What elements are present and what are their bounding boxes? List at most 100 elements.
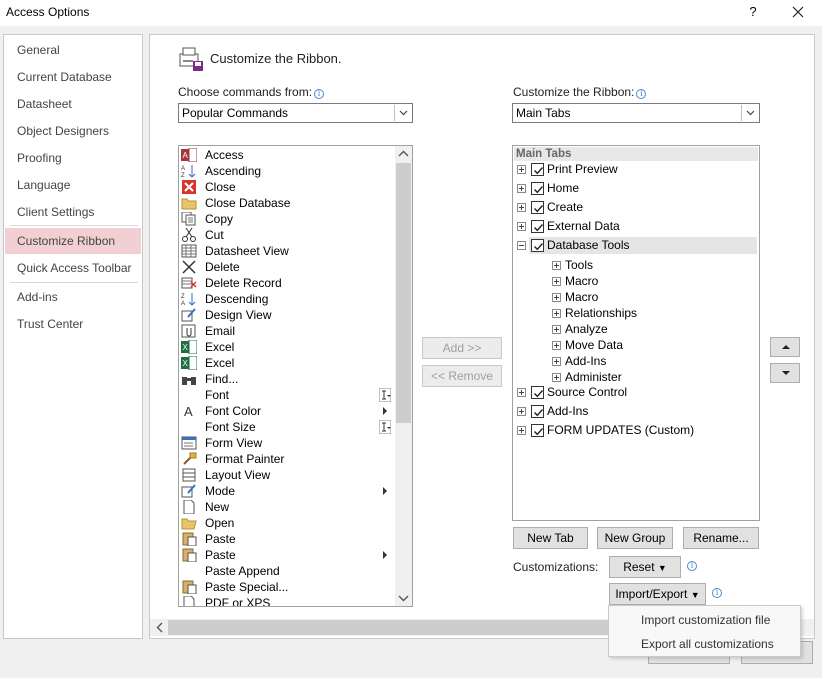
tree-node-add-ins[interactable]: Add-Ins bbox=[513, 403, 757, 420]
tree-node-create[interactable]: Create bbox=[513, 199, 757, 216]
list-item[interactable]: Close Database bbox=[179, 195, 395, 211]
list-item[interactable]: A Access bbox=[179, 147, 395, 163]
nav-item-datasheet[interactable]: Datasheet bbox=[5, 91, 141, 117]
tree-node-group-tools[interactable]: Tools bbox=[513, 257, 757, 274]
nav-item-quick-access-toolbar[interactable]: Quick Access Toolbar bbox=[5, 255, 141, 281]
scroll-left-icon[interactable] bbox=[152, 619, 168, 636]
expand-icon[interactable] bbox=[552, 341, 561, 350]
scroll-thumb[interactable] bbox=[168, 620, 608, 635]
tree-node-group-move-data[interactable]: Move Data bbox=[513, 337, 757, 354]
customize-ribbon-select[interactable]: Main Tabs bbox=[512, 103, 760, 123]
add-button[interactable]: Add >> bbox=[422, 337, 502, 359]
nav-item-customize-ribbon[interactable]: Customize Ribbon bbox=[5, 228, 141, 254]
tree-node-home[interactable]: Home bbox=[513, 180, 757, 197]
list-item[interactable]: Form View bbox=[179, 435, 395, 451]
nav-item-general[interactable]: General bbox=[5, 37, 141, 63]
list-item[interactable]: Datasheet View bbox=[179, 243, 395, 259]
expand-icon[interactable] bbox=[517, 407, 526, 416]
list-item[interactable]: A Font Color bbox=[179, 403, 395, 419]
checkbox[interactable] bbox=[531, 182, 544, 195]
list-item[interactable]: Paste Special... bbox=[179, 579, 395, 595]
nav-item-add-ins[interactable]: Add-ins bbox=[5, 284, 141, 310]
list-item[interactable]: Layout View bbox=[179, 467, 395, 483]
expand-icon[interactable] bbox=[552, 293, 561, 302]
checkbox[interactable] bbox=[531, 386, 544, 399]
checkbox[interactable] bbox=[531, 163, 544, 176]
choose-commands-select[interactable]: Popular Commands bbox=[178, 103, 413, 123]
scroll-thumb[interactable] bbox=[396, 163, 411, 423]
tree-node-form-updates[interactable]: FORM UPDATES (Custom) bbox=[513, 422, 757, 439]
list-item[interactable]: Close bbox=[179, 179, 395, 195]
nav-item-language[interactable]: Language bbox=[5, 172, 141, 198]
list-item[interactable]: Open bbox=[179, 515, 395, 531]
reset-button[interactable]: Reset ▼ bbox=[609, 556, 681, 578]
new-group-button[interactable]: New Group bbox=[597, 527, 673, 549]
tree-node-group-macro[interactable]: Macro bbox=[513, 273, 757, 290]
expand-icon[interactable] bbox=[552, 261, 561, 270]
list-item[interactable]: Font Size bbox=[179, 419, 395, 435]
chevron-down-icon[interactable] bbox=[394, 105, 411, 121]
list-item[interactable]: X Excel bbox=[179, 339, 395, 355]
tree-node-group-analyze[interactable]: Analyze bbox=[513, 321, 757, 338]
checkbox[interactable] bbox=[531, 239, 544, 252]
expand-icon[interactable] bbox=[552, 357, 561, 366]
tree-node-group-add-ins[interactable]: Add-Ins bbox=[513, 353, 757, 370]
tree-node-group-relationships[interactable]: Relationships bbox=[513, 305, 757, 322]
tree-node-source-control[interactable]: Source Control bbox=[513, 384, 757, 401]
help-button[interactable]: ? bbox=[742, 2, 764, 22]
tree-node-external-data[interactable]: External Data bbox=[513, 218, 757, 235]
menu-item-export-customizations[interactable]: Export all customizations bbox=[609, 633, 800, 655]
expand-icon[interactable] bbox=[517, 388, 526, 397]
nav-item-proofing[interactable]: Proofing bbox=[5, 145, 141, 171]
nav-item-current-database[interactable]: Current Database bbox=[5, 64, 141, 90]
expand-icon[interactable] bbox=[517, 426, 526, 435]
list-item[interactable]: Find... bbox=[179, 371, 395, 387]
list-item[interactable]: Email bbox=[179, 323, 395, 339]
chevron-down-icon[interactable] bbox=[741, 105, 758, 121]
list-item[interactable]: Delete Record bbox=[179, 275, 395, 291]
list-item[interactable]: New bbox=[179, 499, 395, 515]
import-export-button[interactable]: Import/Export ▼ bbox=[609, 583, 706, 605]
list-item[interactable]: Copy bbox=[179, 211, 395, 227]
tree-node-database-tools[interactable]: Database Tools bbox=[529, 237, 757, 254]
list-item[interactable]: Paste Append bbox=[179, 563, 395, 579]
collapse-icon[interactable] bbox=[517, 241, 526, 250]
expand-icon[interactable] bbox=[517, 184, 526, 193]
expand-icon[interactable] bbox=[517, 222, 526, 231]
new-tab-button[interactable]: New Tab bbox=[513, 527, 588, 549]
nav-item-trust-center[interactable]: Trust Center bbox=[5, 311, 141, 337]
rename-button[interactable]: Rename... bbox=[683, 527, 759, 549]
list-item[interactable]: A Z Ascending bbox=[179, 163, 395, 179]
list-item[interactable]: X Excel bbox=[179, 355, 395, 371]
ribbon-tree[interactable]: Main Tabs Print Preview Home Create Exte… bbox=[512, 145, 760, 521]
list-item[interactable]: Delete bbox=[179, 259, 395, 275]
list-item[interactable]: Format Painter bbox=[179, 451, 395, 467]
commands-list[interactable]: A Access A Z Ascending Close Close Database… bbox=[178, 145, 413, 607]
list-item[interactable]: Font bbox=[179, 387, 395, 403]
commands-scrollbar[interactable] bbox=[395, 146, 412, 606]
expand-icon[interactable] bbox=[517, 203, 526, 212]
expand-icon[interactable] bbox=[552, 277, 561, 286]
expand-icon[interactable] bbox=[552, 325, 561, 334]
checkbox[interactable] bbox=[531, 405, 544, 418]
checkbox[interactable] bbox=[531, 220, 544, 233]
nav-item-client-settings[interactable]: Client Settings bbox=[5, 199, 141, 225]
checkbox[interactable] bbox=[531, 424, 544, 437]
list-item[interactable]: Mode bbox=[179, 483, 395, 499]
tree-node-print-preview[interactable]: Print Preview bbox=[513, 161, 757, 178]
expand-icon[interactable] bbox=[552, 373, 561, 382]
list-item[interactable]: Cut bbox=[179, 227, 395, 243]
checkbox[interactable] bbox=[531, 201, 544, 214]
scroll-up-icon[interactable] bbox=[395, 146, 412, 162]
menu-item-import-customization[interactable]: Import customization file bbox=[609, 609, 800, 631]
list-item[interactable]: Paste bbox=[179, 547, 395, 563]
move-up-button[interactable] bbox=[770, 337, 800, 357]
close-button[interactable] bbox=[784, 2, 812, 22]
list-item[interactable]: Paste bbox=[179, 531, 395, 547]
nav-item-object-designers[interactable]: Object Designers bbox=[5, 118, 141, 144]
scroll-down-icon[interactable] bbox=[395, 590, 412, 606]
move-down-button[interactable] bbox=[770, 363, 800, 383]
list-item[interactable]: PDF or XPS bbox=[179, 595, 395, 606]
tree-node-group-macro[interactable]: Macro bbox=[513, 289, 757, 306]
expand-icon[interactable] bbox=[552, 309, 561, 318]
